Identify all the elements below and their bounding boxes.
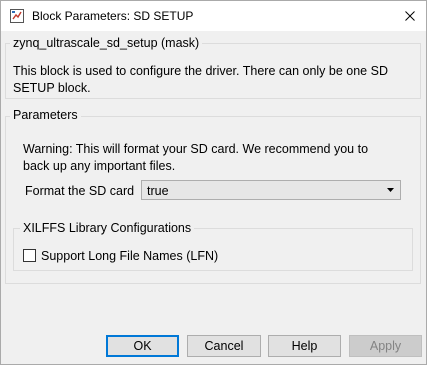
lfn-checkbox-label[interactable]: Support Long File Names (LFN) [41, 249, 218, 263]
block-parameters-dialog: Block Parameters: SD SETUP zynq_ultrasca… [0, 0, 427, 365]
description-group-title: zynq_ultrascale_sd_setup (mask) [10, 36, 203, 50]
close-icon [405, 11, 415, 21]
chevron-down-icon [387, 188, 394, 192]
close-button[interactable] [394, 1, 426, 31]
xilffs-group-title: XILFFS Library Configurations [20, 221, 195, 235]
format-sd-card-value: true [147, 184, 169, 198]
description-text-line1: This block is used to configure the driv… [13, 64, 388, 78]
format-sd-card-dropdown[interactable]: true [141, 180, 401, 200]
parameters-group-title: Parameters [10, 108, 81, 122]
format-sd-card-label: Format the SD card [25, 184, 135, 198]
apply-button[interactable]: Apply [349, 335, 422, 357]
format-warning-line1: Warning: This will format your SD card. … [23, 142, 369, 156]
lfn-checkbox[interactable] [23, 249, 36, 262]
cancel-button[interactable]: Cancel [187, 335, 261, 357]
title-bar: Block Parameters: SD SETUP [1, 1, 426, 31]
format-warning-line2: back up any important files. [23, 159, 176, 173]
description-text-line2: SETUP block. [13, 81, 91, 95]
block-parameters-icon [10, 9, 24, 23]
window-title: Block Parameters: SD SETUP [32, 9, 194, 23]
ok-button[interactable]: OK [106, 335, 179, 357]
help-button[interactable]: Help [268, 335, 341, 357]
